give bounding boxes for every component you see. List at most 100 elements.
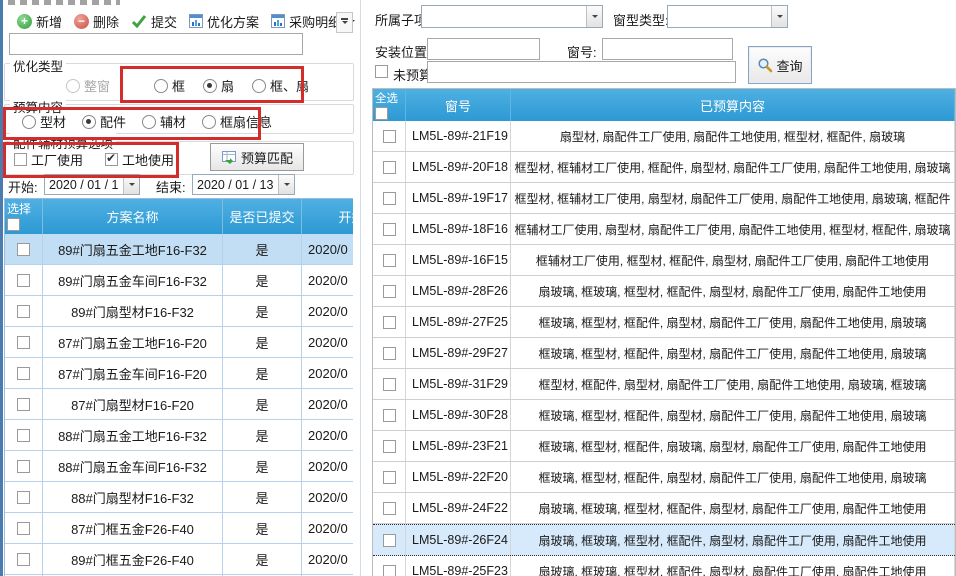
install-position-input[interactable] <box>427 38 540 60</box>
row-checkbox[interactable] <box>17 336 30 349</box>
query-button[interactable]: 查询 <box>748 46 812 84</box>
table-row[interactable]: 87#门扇五金工地F16-F20是2020/0 <box>5 327 353 358</box>
radio-label: 框扇信息 <box>220 112 272 131</box>
table-row[interactable]: LM5L-89#-31F29框型材, 框配件, 扇型材, 扇配件工厂使用, 扇配… <box>373 369 955 400</box>
table-row[interactable]: 87#门框五金F26-F40是2020/0 <box>5 513 353 544</box>
cell-content: 框玻璃, 框型材, 框配件, 扇型材, 扇配件工厂使用, 扇配件工地使用, 扇玻… <box>511 307 955 337</box>
end-date-picker[interactable]: 2020 / 01 / 13 <box>192 174 295 195</box>
row-checkbox[interactable] <box>383 409 396 422</box>
chevron-down-icon[interactable] <box>586 6 602 27</box>
select-all-checkbox[interactable] <box>7 218 20 231</box>
delete-button[interactable]: − 删除 <box>69 10 124 33</box>
sub-item-combobox[interactable] <box>421 5 603 28</box>
row-checkbox[interactable] <box>383 130 396 143</box>
table-row[interactable]: 88#门扇五金工地F16-F32是2020/0 <box>5 420 353 451</box>
radio-whole-window[interactable]: 整窗 <box>66 76 110 95</box>
radio-auxiliary[interactable]: 辅材 <box>142 112 186 131</box>
panel-splitter[interactable] <box>360 0 361 576</box>
table-row[interactable]: LM5L-89#-25F23扇玻璃, 框玻璃, 框型材, 框配件, 扇型材, 扇… <box>373 556 955 576</box>
header-budgeted-content[interactable]: 已预算内容 <box>511 89 955 121</box>
start-date-picker[interactable]: 2020 / 01 / 1 <box>44 174 140 195</box>
cell-submitted: 是 <box>223 389 302 419</box>
table-row[interactable]: LM5L-89#-28F26扇玻璃, 框玻璃, 框型材, 框配件, 扇型材, 扇… <box>373 276 955 307</box>
radio-frame-sash-info[interactable]: 框扇信息 <box>202 112 272 131</box>
cell-content: 框型材, 框辅材工厂使用, 扇型材, 扇配件工厂使用, 扇配件工地使用, 扇玻璃… <box>511 183 955 213</box>
row-checkbox[interactable] <box>383 285 396 298</box>
row-checkbox[interactable] <box>383 161 396 174</box>
row-checkbox[interactable] <box>17 274 30 287</box>
row-checkbox[interactable] <box>17 491 30 504</box>
table-row[interactable]: LM5L-89#-23F21框玻璃, 框型材, 框配件, 扇玻璃, 扇型材, 扇… <box>373 431 955 462</box>
radio-profile[interactable]: 型材 <box>22 112 66 131</box>
table-row[interactable]: LM5L-89#-21F19扇型材, 扇配件工厂使用, 扇配件工地使用, 框型材… <box>373 121 955 152</box>
window-type-combobox[interactable] <box>667 5 788 28</box>
row-checkbox[interactable] <box>383 316 396 329</box>
row-checkbox[interactable] <box>383 502 396 515</box>
site-use-checkbox[interactable]: 工地使用 <box>105 150 174 169</box>
budget-match-button[interactable]: 预算匹配 <box>210 143 304 171</box>
cell-name: 87#门扇五金车间F16-F20 <box>43 358 223 388</box>
table-row[interactable]: LM5L-89#-20F18框型材, 框辅材工厂使用, 框配件, 扇型材, 扇配… <box>373 152 955 183</box>
cell-start: 2020/0 <box>302 482 353 512</box>
plan-filter-input[interactable] <box>9 33 303 55</box>
radio-sash[interactable]: 扇 <box>203 76 234 95</box>
row-checkbox[interactable] <box>17 243 30 256</box>
row-checkbox[interactable] <box>17 522 30 535</box>
cell-start: 2020/0 <box>302 420 353 450</box>
table-row[interactable]: LM5L-89#-18F16框辅材工厂使用, 扇型材, 扇配件工厂使用, 扇配件… <box>373 214 955 245</box>
table-row[interactable]: LM5L-89#-19F17框型材, 框辅材工厂使用, 扇型材, 扇配件工厂使用… <box>373 183 955 214</box>
row-checkbox[interactable] <box>17 305 30 318</box>
row-checkbox[interactable] <box>383 565 396 576</box>
row-checkbox[interactable] <box>17 553 30 566</box>
table-row[interactable]: 87#门扇型材F16-F20是2020/0 <box>5 389 353 420</box>
table-row[interactable]: 89#门框五金F26-F40是2020/0 <box>5 544 353 575</box>
table-row[interactable]: LM5L-89#-24F22扇玻璃, 框玻璃, 框型材, 框配件, 扇型材, 扇… <box>373 493 955 524</box>
table-row[interactable]: 88#门扇五金车间F16-F32是2020/0 <box>5 451 353 482</box>
row-checkbox[interactable] <box>17 429 30 442</box>
chevron-down-icon[interactable] <box>123 175 139 194</box>
table-row[interactable]: LM5L-89#-27F25框玻璃, 框型材, 框配件, 扇型材, 扇配件工厂使… <box>373 307 955 338</box>
row-checkbox[interactable] <box>17 398 30 411</box>
radio-accessory[interactable]: 配件 <box>82 112 126 131</box>
row-checkbox[interactable] <box>17 367 30 380</box>
row-checkbox[interactable] <box>383 192 396 205</box>
radio-frame-sash[interactable]: 框、扇 <box>252 76 309 95</box>
chevron-down-icon[interactable] <box>278 175 294 194</box>
factory-use-checkbox[interactable]: 工厂使用 <box>14 150 83 169</box>
header-window-no[interactable]: 窗号 <box>406 89 511 121</box>
row-select-cell <box>373 276 406 306</box>
header-start[interactable]: 开始 <box>302 199 353 234</box>
select-all-checkbox[interactable] <box>375 107 388 120</box>
no-budget-checkbox[interactable] <box>375 65 388 78</box>
row-checkbox[interactable] <box>383 254 396 267</box>
table-row[interactable]: 89#门扇五金车间F16-F32是2020/0 <box>5 265 353 296</box>
toolbar-overflow-button[interactable] <box>336 12 353 33</box>
table-row[interactable]: LM5L-89#-22F20框玻璃, 框型材, 框配件, 扇型材, 扇配件工厂使… <box>373 462 955 493</box>
table-row[interactable]: 88#门扇型材F16-F32是2020/0 <box>5 482 353 513</box>
radio-label: 整窗 <box>84 76 110 95</box>
add-button[interactable]: + 新增 <box>12 10 67 33</box>
row-checkbox[interactable] <box>383 471 396 484</box>
header-plan-name[interactable]: 方案名称 <box>43 199 223 234</box>
cell-win: LM5L-89#-26F24 <box>406 525 511 555</box>
table-row[interactable]: LM5L-89#-16F15框辅材工厂使用, 框型材, 框配件, 扇型材, 扇配… <box>373 245 955 276</box>
row-checkbox[interactable] <box>383 534 396 547</box>
no-budget-input[interactable] <box>427 61 736 83</box>
row-checkbox[interactable] <box>383 440 396 453</box>
table-row[interactable]: LM5L-89#-30F28框玻璃, 框型材, 框配件, 扇型材, 扇配件工厂使… <box>373 400 955 431</box>
row-checkbox[interactable] <box>17 460 30 473</box>
row-checkbox[interactable] <box>383 223 396 236</box>
table-row[interactable]: LM5L-89#-26F24扇玻璃, 框玻璃, 框型材, 框配件, 扇型材, 扇… <box>373 524 955 556</box>
header-submitted[interactable]: 是否已提交 <box>223 199 302 234</box>
chevron-down-icon[interactable] <box>771 6 787 27</box>
table-row[interactable]: LM5L-89#-29F27框玻璃, 框型材, 框配件, 扇型材, 扇配件工厂使… <box>373 338 955 369</box>
window-no-input[interactable] <box>602 38 733 60</box>
table-row[interactable]: 87#门扇五金车间F16-F20是2020/0 <box>5 358 353 389</box>
submit-button[interactable]: 提交 <box>126 10 182 33</box>
optimize-plan-button[interactable]: 优化方案 <box>184 10 264 33</box>
row-checkbox[interactable] <box>383 347 396 360</box>
radio-frame[interactable]: 框 <box>154 76 185 95</box>
row-checkbox[interactable] <box>383 378 396 391</box>
table-row[interactable]: 89#门扇五金工地F16-F32是2020/0 <box>5 234 353 265</box>
table-row[interactable]: 89#门扇型材F16-F32是2020/0 <box>5 296 353 327</box>
